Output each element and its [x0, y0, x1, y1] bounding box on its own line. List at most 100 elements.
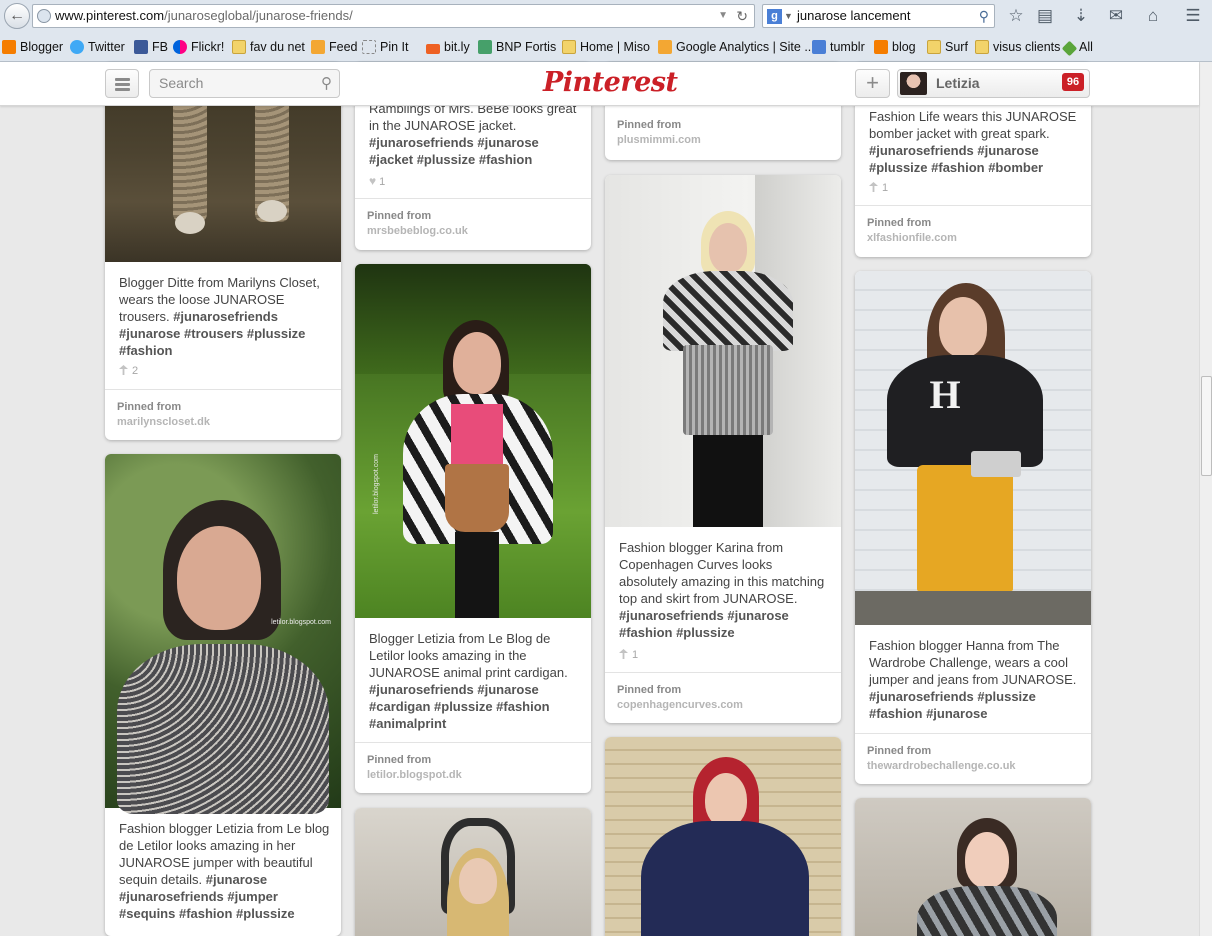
bookmark-item[interactable]: Pin It: [362, 40, 409, 54]
url-domain: www.pinterest.com: [55, 8, 165, 23]
history-dropdown-icon[interactable]: ▼: [718, 5, 728, 27]
pin-hashtags[interactable]: #junarosefriends #junarose #fashion #plu…: [619, 608, 789, 640]
bookmark-label: bit.ly: [444, 40, 470, 54]
avatar: [900, 72, 927, 95]
pin-image-legs: [455, 532, 499, 618]
pin-source[interactable]: Pinned from marilynscloset.dk: [105, 389, 341, 440]
bookmark-item[interactable]: blog: [874, 40, 916, 54]
pin-image[interactable]: [605, 175, 841, 527]
pin-image-ground: [855, 591, 1091, 625]
pin-source[interactable]: Pinned from copenhagencurves.com: [605, 672, 841, 723]
bookmark-label: BNP Fortis: [496, 40, 557, 54]
address-bar[interactable]: www.pinterest.com/junaroseglobal/junaros…: [32, 4, 755, 28]
scrollbar-thumb[interactable]: [1201, 376, 1212, 476]
bookmark-item[interactable]: Twitter: [70, 40, 125, 54]
bookmarks-list-icon[interactable]: ▤: [1034, 5, 1056, 27]
bookmark-star-icon[interactable]: ☆: [1005, 5, 1027, 27]
menu-icon[interactable]: ☰: [1182, 5, 1204, 27]
pin-hashtags[interactable]: #junarosefriends #junarose #cardigan #pl…: [369, 682, 550, 731]
engine-dropdown-icon[interactable]: ▼: [784, 5, 793, 27]
pin-card[interactable]: letilor.blogspot.com Fashion blogger Let…: [105, 454, 341, 936]
pinterest-search-input[interactable]: Search ⚲: [149, 69, 340, 98]
menu-button[interactable]: [105, 69, 139, 98]
pinned-from-label: Pinned from: [617, 684, 682, 696]
home-icon[interactable]: ⌂: [1142, 5, 1164, 27]
pin-source-link[interactable]: letilor.blogspot.dk: [367, 769, 462, 781]
pin-source[interactable]: Pinned from plusmimmi.com: [605, 108, 841, 160]
pin-card[interactable]: letilor.blogspot.com Blogger Letizia fro…: [355, 264, 591, 793]
pinterest-logo[interactable]: Pinterest: [543, 67, 678, 99]
bookmark-label: FB: [152, 40, 168, 54]
bookmark-item[interactable]: Blogger: [2, 40, 63, 54]
downloads-icon[interactable]: ⇣: [1070, 5, 1092, 27]
add-pin-button[interactable]: +: [855, 69, 890, 98]
pin-card[interactable]: [605, 737, 841, 936]
pin-description: Fashion Life wears this JUNAROSE bomber …: [869, 108, 1081, 176]
pin-description-text: Fashion blogger Hanna from The Wardrobe …: [869, 638, 1077, 687]
bookmark-label: Home | Miso: [580, 40, 650, 54]
pin-image[interactable]: [355, 808, 591, 936]
pin-source-link[interactable]: xlfashionfile.com: [867, 232, 957, 244]
pinned-from-label: Pinned from: [867, 217, 932, 229]
bookmark-item[interactable]: All: [1061, 40, 1093, 57]
pin-hashtags[interactable]: #junarosefriends #plussize #fashion #jun…: [869, 689, 1036, 721]
pinned-from-label: Pinned from: [617, 119, 682, 131]
pin-source-link[interactable]: plusmimmi.com: [617, 134, 701, 146]
page-scrollbar[interactable]: [1199, 62, 1212, 936]
pin-description-text: Fashion Life wears this JUNAROSE bomber …: [869, 109, 1077, 141]
flickr-icon: [173, 40, 187, 54]
repin-icon: [869, 182, 878, 192]
feed-icon: [311, 40, 325, 54]
pin-image-face: [459, 858, 497, 904]
pin-card[interactable]: Blogger Ditte from Marilyns Closet, wear…: [105, 62, 341, 440]
bookmark-item[interactable]: tumblr: [812, 40, 865, 54]
like-count: ♥ 1: [369, 174, 385, 188]
bookmark-item[interactable]: Google Analytics | Site ...: [658, 40, 815, 54]
pin-card[interactable]: H Fashion blogger Hanna from The Wardrob…: [855, 271, 1091, 784]
pin-description: Ramblings of Mrs. BeBe looks great in th…: [369, 100, 581, 168]
pin-image[interactable]: letilor.blogspot.com: [355, 264, 591, 618]
search-icon[interactable]: ⚲: [321, 70, 332, 97]
bookmark-item[interactable]: FB: [134, 40, 168, 54]
search-icon[interactable]: ⚲: [979, 5, 989, 27]
bookmark-item[interactable]: BNP Fortis: [478, 40, 556, 54]
bookmark-item[interactable]: Flickr!: [173, 40, 224, 54]
google-icon[interactable]: g: [767, 9, 782, 24]
mail-icon[interactable]: ✉: [1105, 5, 1127, 27]
back-button[interactable]: ←: [4, 3, 30, 29]
pin-source[interactable]: Pinned from mrsbebeblog.co.uk: [355, 198, 591, 250]
pin-source-link[interactable]: mrsbebeblog.co.uk: [367, 225, 468, 237]
user-profile-button[interactable]: Letizia 96: [897, 69, 1090, 98]
browser-search-bar[interactable]: g ▼ junarose lancement ⚲: [762, 4, 995, 28]
pin-hashtags[interactable]: #junarosefriends #junarose #jacket #plus…: [369, 135, 539, 167]
pin-source-link[interactable]: marilynscloset.dk: [117, 416, 210, 428]
pin-image[interactable]: [855, 798, 1091, 936]
pin-source-link[interactable]: thewardrobechallenge.co.uk: [867, 760, 1016, 772]
pin-image-letter-graphic: H: [929, 372, 961, 417]
notification-badge[interactable]: 96: [1062, 73, 1084, 91]
bookmark-item[interactable]: visus clients: [975, 40, 1060, 54]
blogger-icon: [2, 40, 16, 54]
pin-source[interactable]: Pinned from letilor.blogspot.dk: [355, 742, 591, 793]
pin-image[interactable]: letilor.blogspot.com: [105, 454, 341, 814]
bookmark-item[interactable]: Home | Miso: [562, 40, 650, 54]
pin-image[interactable]: H: [855, 271, 1091, 625]
folder-icon: [562, 40, 576, 54]
bookmark-item[interactable]: Feed: [311, 40, 358, 54]
bookmark-item[interactable]: fav du net: [232, 40, 305, 54]
pin-card[interactable]: [855, 798, 1091, 936]
pin-image[interactable]: [605, 737, 841, 936]
pin-card[interactable]: Fashion blogger Karina from Copenhagen C…: [605, 175, 841, 723]
pin-source[interactable]: Pinned from thewardrobechallenge.co.uk: [855, 733, 1091, 784]
pin-source[interactable]: Pinned from xlfashionfile.com: [855, 205, 1091, 257]
reload-icon[interactable]: ↻: [736, 5, 748, 27]
bookmark-item[interactable]: Surf: [927, 40, 968, 54]
image-watermark: letilor.blogspot.com: [271, 619, 331, 626]
bookmark-item[interactable]: bit.ly: [426, 40, 470, 54]
pin-description: Fashion blogger Hanna from The Wardrobe …: [869, 637, 1081, 722]
pin-image-face: [705, 773, 747, 827]
pin-source-link[interactable]: copenhagencurves.com: [617, 699, 743, 711]
pin-card[interactable]: [355, 808, 591, 936]
bookmark-label: Google Analytics | Site ...: [676, 40, 815, 54]
pin-hashtags[interactable]: #junarosefriends #junarose #plussize #fa…: [869, 143, 1043, 175]
